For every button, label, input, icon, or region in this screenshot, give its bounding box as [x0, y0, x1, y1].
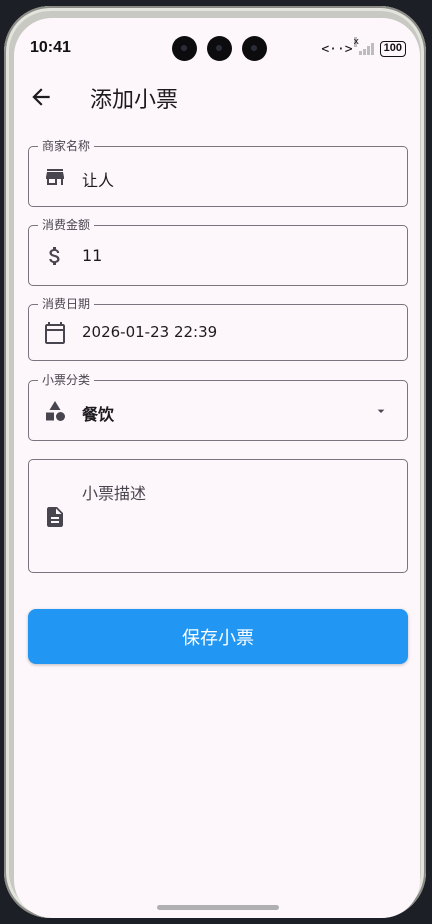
camera-icon	[207, 36, 232, 61]
amount-field[interactable]: 消费金额 11	[28, 218, 408, 286]
document-icon	[47, 507, 63, 527]
description-input[interactable]: 小票描述	[82, 480, 146, 504]
date-input[interactable]: 2026-01-23 22:39	[82, 323, 217, 341]
store-icon	[46, 169, 64, 185]
amount-input[interactable]: 11	[82, 246, 102, 265]
app-bar: 添加小票	[14, 78, 420, 118]
status-time: 10:41	[30, 39, 71, 56]
category-label: 小票分类	[38, 373, 95, 387]
category-select[interactable]: 餐饮	[82, 401, 114, 425]
camera-icon	[172, 36, 197, 61]
amount-label: 消费金额	[38, 218, 95, 232]
dropdown-arrow-icon[interactable]	[373, 403, 389, 419]
merchant-label: 商家名称	[38, 139, 95, 153]
home-indicator[interactable]	[157, 905, 279, 910]
camera-cutouts	[172, 36, 267, 61]
status-bar: 10:41 <··> x 100	[14, 18, 420, 70]
network-activity-icon: <··>	[321, 41, 353, 57]
system-indicators: <··> x 100	[321, 37, 406, 57]
page-title: 添加小票	[90, 88, 179, 113]
phone-frame: 10:41 <··> x 100 添加小票 商家名称 让人 消费金额 11 消费…	[4, 6, 426, 918]
date-label: 消费日期	[38, 297, 95, 311]
battery-icon: 100	[379, 41, 406, 57]
merchant-input[interactable]: 让人	[82, 167, 114, 191]
dollar-icon	[49, 247, 60, 265]
app-screen: 10:41 <··> x 100 添加小票 商家名称 让人 消费金额 11 消费…	[14, 18, 420, 918]
save-receipt-button[interactable]: 保存小票	[28, 609, 408, 664]
category-field[interactable]: 小票分类 餐饮	[28, 373, 408, 441]
merchant-field[interactable]: 商家名称 让人	[28, 139, 408, 207]
no-signal-mark: x	[353, 37, 359, 47]
description-field[interactable]: 小票描述	[28, 459, 408, 573]
signal-strength-icon: x	[353, 37, 374, 55]
category-shapes-icon	[46, 401, 65, 421]
calendar-icon	[45, 322, 65, 344]
arrow-left-icon[interactable]	[28, 84, 54, 110]
camera-icon	[242, 36, 267, 61]
date-field[interactable]: 消费日期 2026-01-23 22:39	[28, 297, 408, 361]
